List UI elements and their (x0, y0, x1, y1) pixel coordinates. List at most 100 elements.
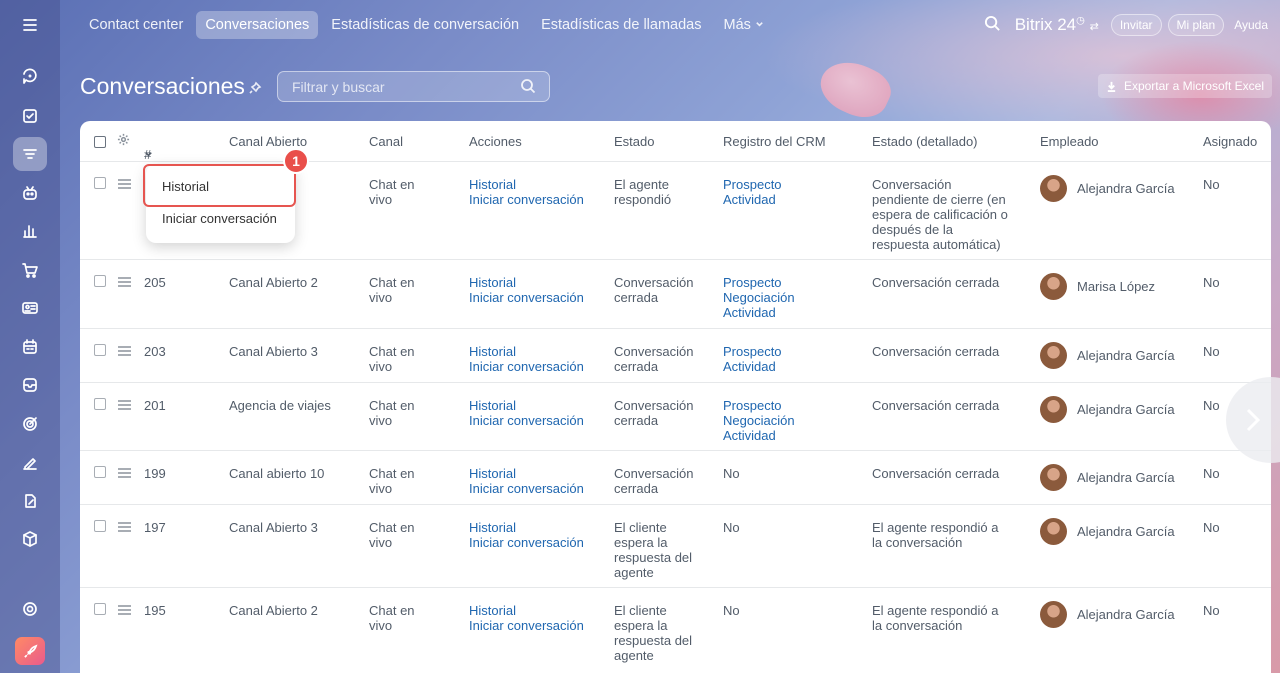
tab-estadisticas-llamadas[interactable]: Estadísticas de llamadas (532, 11, 710, 39)
row-checkbox[interactable] (94, 275, 106, 287)
robot-icon[interactable] (13, 176, 47, 210)
cell-estado-detallado: Conversación cerrada (872, 398, 999, 413)
document-edit-icon[interactable] (13, 484, 47, 518)
canal-line: vivo (369, 290, 393, 305)
settings-icon[interactable] (13, 592, 47, 626)
accion-link-line[interactable]: Historial (469, 398, 584, 413)
accion-link-line[interactable]: Iniciar conversación (469, 290, 584, 305)
tab-contact-center[interactable]: Contact center (80, 11, 192, 39)
accion-link-line[interactable]: Historial (469, 275, 584, 290)
row-checkbox[interactable] (94, 398, 106, 410)
crm-link-line[interactable]: Prospecto (723, 177, 782, 192)
accion-link-line[interactable]: Iniciar conversación (469, 481, 584, 496)
box-icon[interactable] (13, 522, 47, 556)
cell-empleado[interactable]: Alejandra García (1040, 342, 1175, 369)
crm-link-line[interactable]: Negociación (723, 413, 795, 428)
estado-line: Conversación (614, 344, 694, 359)
cart-icon[interactable] (13, 253, 47, 287)
drag-handle-icon[interactable] (118, 468, 131, 480)
tab-estadisticas-conversacion[interactable]: Estadísticas de conversación (322, 11, 528, 39)
estado-line: respondió (614, 192, 672, 207)
rocket-icon[interactable] (15, 637, 45, 665)
search-icon[interactable] (984, 15, 1001, 35)
select-all-checkbox[interactable] (94, 136, 106, 148)
avatar (1040, 518, 1067, 545)
accion-link-line[interactable]: Historial (469, 466, 584, 481)
crm-link-line[interactable]: Actividad (723, 305, 795, 320)
cell-empleado[interactable]: Alejandra García (1040, 601, 1175, 628)
estado-detallado-line: El agente respondió a (872, 520, 999, 535)
accion-link-line[interactable]: Historial (469, 603, 584, 618)
accion-link-line[interactable]: Historial (469, 344, 584, 359)
contacts-card-icon[interactable] (13, 291, 47, 325)
crm-link-line[interactable]: Actividad (723, 428, 795, 443)
estado-line: El cliente (614, 603, 667, 618)
filter-search-input[interactable]: Filtrar y buscar (277, 71, 550, 102)
target-icon[interactable] (13, 407, 47, 441)
cell-empleado[interactable]: Alejandra García (1040, 464, 1175, 491)
crm-link-line[interactable]: Prospecto (723, 275, 795, 290)
brand-logo: Bitrix 24◷ ⇄ (1015, 15, 1099, 35)
crm-link-line[interactable]: Actividad (723, 192, 782, 207)
chat-icon[interactable] (13, 60, 47, 94)
my-plan-button[interactable]: Mi plan (1167, 14, 1225, 36)
cell-empleado[interactable]: Alejandra García (1040, 518, 1175, 545)
drag-handle-icon[interactable] (118, 346, 131, 358)
accion-link-line[interactable]: Iniciar conversación (469, 413, 584, 428)
column-asignado[interactable]: Asignado (1203, 134, 1257, 149)
cell-empleado[interactable]: Alejandra García (1040, 396, 1175, 423)
canal-line: Chat en (369, 275, 415, 290)
calendar-icon[interactable] (13, 330, 47, 364)
drag-handle-icon[interactable] (118, 522, 131, 534)
drag-handle-icon[interactable] (118, 277, 131, 289)
row-checkbox[interactable] (94, 520, 106, 532)
drag-handle-icon[interactable] (118, 605, 131, 617)
export-excel-button[interactable]: Exportar a Microsoft Excel (1097, 74, 1272, 98)
cell-empleado[interactable]: Alejandra García (1040, 175, 1175, 202)
row-checkbox[interactable] (94, 466, 106, 478)
accion-link-line[interactable]: Iniciar conversación (469, 618, 584, 633)
cell-empleado[interactable]: Marisa López (1040, 273, 1155, 300)
tab-mas[interactable]: Más (714, 11, 772, 39)
drag-handle-icon[interactable] (118, 179, 131, 191)
row-checkbox[interactable] (94, 344, 106, 356)
crm-link-line[interactable]: Prospecto (723, 398, 795, 413)
column-acciones[interactable]: Acciones (469, 134, 522, 149)
help-button[interactable]: Ayuda (1230, 15, 1272, 35)
column-crm[interactable]: Registro del CRM (723, 134, 826, 149)
menu-icon[interactable] (13, 8, 47, 42)
accion-link-line[interactable]: Iniciar conversación (469, 359, 584, 374)
accion-link-line[interactable]: Historial (469, 177, 584, 192)
cell-crm-link: No (723, 520, 740, 535)
column-canal-abierto[interactable]: Canal Abierto (229, 134, 307, 149)
crm-link-line[interactable]: Actividad (723, 359, 782, 374)
column-estado[interactable]: Estado (614, 134, 654, 149)
column-empleado[interactable]: Empleado (1040, 134, 1099, 149)
column-canal[interactable]: Canal (369, 134, 403, 149)
sign-icon[interactable] (13, 445, 47, 479)
drag-handle-icon[interactable] (118, 400, 131, 412)
contact-center-icon[interactable] (13, 137, 47, 171)
column-estado-detallado[interactable]: Estado (detallado) (872, 134, 978, 149)
row-checkbox[interactable] (94, 177, 106, 189)
invite-button[interactable]: Invitar (1110, 14, 1162, 36)
accion-link-line[interactable]: Iniciar conversación (469, 535, 584, 550)
analytics-icon[interactable] (13, 214, 47, 248)
accion-link-line[interactable]: Iniciar conversación (469, 192, 584, 207)
cell-canal: Chat en vivo (369, 275, 415, 305)
tasks-icon[interactable] (13, 99, 47, 133)
search-icon[interactable] (520, 78, 536, 97)
popup-item-iniciar-conversacion[interactable]: Iniciar conversación (162, 211, 277, 226)
cell-asignado: No (1203, 603, 1220, 618)
inbox-icon[interactable] (13, 368, 47, 402)
crm-link-line[interactable]: Negociación (723, 290, 795, 305)
pin-icon[interactable] (248, 81, 262, 98)
employee-name: Alejandra García (1077, 470, 1175, 485)
cell-canal: Chat en vivo (369, 603, 415, 633)
accion-link-line[interactable]: Historial (469, 520, 584, 535)
gear-icon[interactable] (117, 133, 130, 149)
row-checkbox[interactable] (94, 603, 106, 615)
crm-link-line[interactable]: Prospecto (723, 344, 782, 359)
tab-conversaciones[interactable]: Conversaciones (196, 11, 319, 39)
cell-crm-link: No (723, 466, 740, 481)
